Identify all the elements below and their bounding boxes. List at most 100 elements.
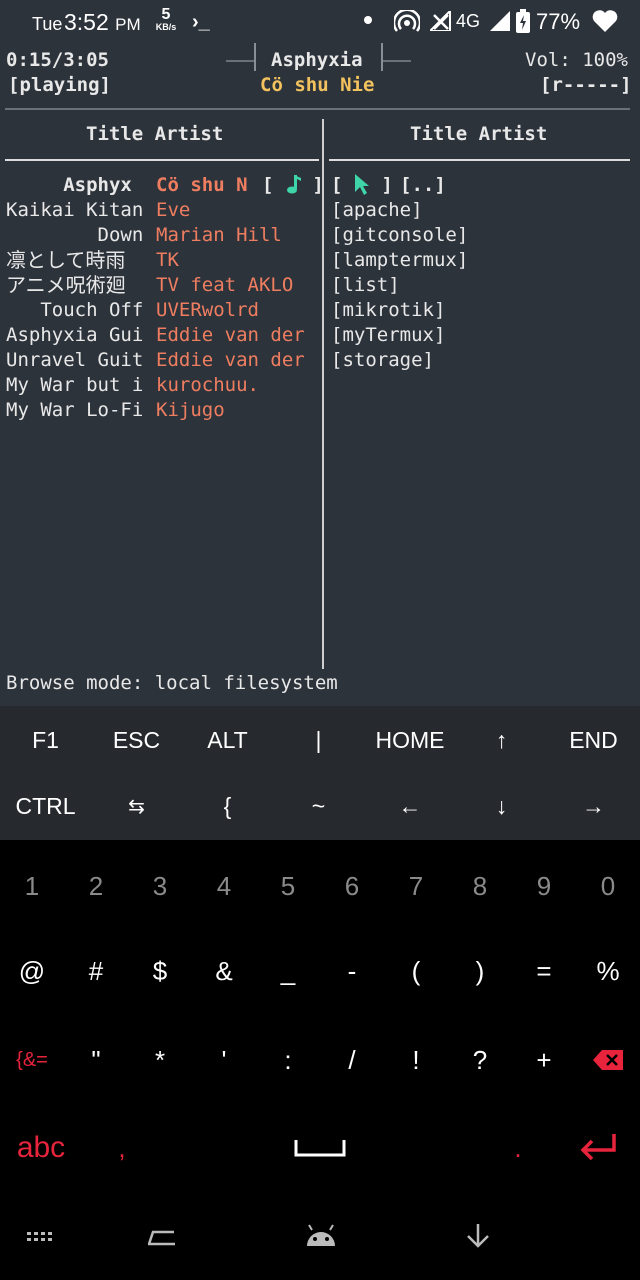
browser-entry[interactable]: [storage] xyxy=(331,348,434,373)
space-key[interactable] xyxy=(160,1108,480,1188)
home-android-icon[interactable] xyxy=(304,1224,338,1254)
key-close-paren[interactable]: ) xyxy=(448,931,512,1011)
key-question[interactable]: ? xyxy=(448,1020,512,1100)
key-pipe[interactable]: | xyxy=(273,708,364,772)
key-7[interactable]: 7 xyxy=(384,846,448,926)
repeat-indicator: [r-----] xyxy=(540,74,632,96)
track-title: Touch Off xyxy=(6,299,144,321)
cursor-marker: [ ] xyxy=(331,174,393,196)
track-title: Asphyxia Gui xyxy=(6,324,144,346)
playback-position: 0:15/3:05 xyxy=(6,49,109,71)
key-abc[interactable]: abc xyxy=(0,1108,82,1188)
key-dollar[interactable]: $ xyxy=(128,931,192,1011)
key-colon[interactable]: : xyxy=(256,1020,320,1100)
enter-icon xyxy=(580,1134,616,1161)
network-type: 4G xyxy=(456,11,481,31)
recent-apps-icon[interactable] xyxy=(146,1228,178,1252)
cursor-arrow-icon xyxy=(354,174,369,195)
track-title: アニメ呪術廻 xyxy=(6,273,126,297)
track-title: My War Lo-Fi xyxy=(6,399,144,421)
track-title: Down xyxy=(6,224,144,246)
battery-percent: 77% xyxy=(536,9,581,34)
browser-entry[interactable]: [list] xyxy=(331,273,400,298)
navigation-bar xyxy=(0,1200,640,1280)
key-double-quote[interactable]: " xyxy=(64,1020,128,1100)
key-f1[interactable]: F1 xyxy=(0,708,91,772)
heart-icon xyxy=(592,10,618,37)
status-day: Tue xyxy=(32,14,63,34)
key-6[interactable]: 6 xyxy=(320,846,384,926)
key-percent[interactable]: % xyxy=(576,931,640,1011)
browser-entry[interactable]: [mikrotik] xyxy=(331,298,445,323)
key-at[interactable]: @ xyxy=(0,931,64,1011)
track-artist: TK xyxy=(156,249,179,271)
back-down-icon[interactable] xyxy=(464,1222,492,1254)
backspace-icon xyxy=(593,1050,623,1070)
parent-directory: [..] xyxy=(400,174,446,196)
key-plus[interactable]: + xyxy=(512,1020,576,1100)
key-alt[interactable]: ALT xyxy=(182,708,273,772)
status-time: 3:52 PM xyxy=(64,9,141,35)
key-home[interactable]: HOME xyxy=(364,708,456,772)
key-tilde[interactable]: ~ xyxy=(273,774,364,838)
key-4[interactable]: 4 xyxy=(192,846,256,926)
browser-entry[interactable]: [gitconsole] xyxy=(331,223,468,248)
key-0[interactable]: 0 xyxy=(576,846,640,926)
key-5[interactable]: 5 xyxy=(256,846,320,926)
track-artist: Kijugo xyxy=(156,399,225,421)
notification-dot-icon xyxy=(364,16,372,24)
pane-divider xyxy=(322,119,324,669)
hotspot-icon xyxy=(392,8,422,37)
termux-prompt-icon: ›_ xyxy=(192,11,210,33)
keyboard-hide-icon[interactable] xyxy=(24,1226,56,1252)
track-artist: Eddie van der xyxy=(156,324,305,346)
key-underscore[interactable]: _ xyxy=(256,931,320,1011)
track-title: Asphyx xyxy=(6,174,132,196)
status-bar: Tue 3:52 PM 5 KB/s ›_ 4G 77% xyxy=(0,0,640,42)
key-8[interactable]: 8 xyxy=(448,846,512,926)
now-playing-title: Asphyxia xyxy=(271,49,363,71)
track-title: 凛として時雨 xyxy=(6,248,126,272)
key-2[interactable]: 2 xyxy=(64,846,128,926)
key-9[interactable]: 9 xyxy=(512,846,576,926)
track-title: Unravel Guit xyxy=(6,349,144,371)
playback-state: [playing] xyxy=(8,74,111,96)
key-exclamation[interactable]: ! xyxy=(384,1020,448,1100)
key-arrow-right[interactable]: → xyxy=(547,774,640,838)
key-minus[interactable]: - xyxy=(320,931,384,1011)
key-ctrl[interactable]: CTRL xyxy=(0,774,91,838)
key-arrow-down[interactable]: ↓ xyxy=(456,774,547,838)
key-comma[interactable]: , xyxy=(90,1108,154,1188)
track-title: Kaikai Kitan xyxy=(6,199,144,221)
now-playing-artist: Cö shu Nie xyxy=(260,74,375,96)
key-end[interactable]: END xyxy=(547,708,640,772)
browse-mode-status: Browse mode: local filesystem xyxy=(6,672,338,694)
browser-entry[interactable]: [apache] xyxy=(331,198,423,223)
space-bar-icon xyxy=(294,1140,346,1157)
key-3[interactable]: 3 xyxy=(128,846,192,926)
key-period[interactable]: . xyxy=(486,1108,550,1188)
key-open-paren[interactable]: ( xyxy=(384,931,448,1011)
key-ampersand[interactable]: & xyxy=(192,931,256,1011)
key-1[interactable]: 1 xyxy=(0,846,64,926)
enter-key[interactable] xyxy=(566,1108,630,1188)
key-arrow-up[interactable]: ↑ xyxy=(456,708,547,772)
net-speed: 5 KB/s xyxy=(155,6,177,32)
key-esc[interactable]: ESC xyxy=(91,708,182,772)
key-apostrophe[interactable]: ' xyxy=(192,1020,256,1100)
key-equals[interactable]: = xyxy=(512,931,576,1011)
key-hash[interactable]: # xyxy=(64,931,128,1011)
track-artist: UVERwolrd xyxy=(156,299,259,321)
playing-marker: [ ] xyxy=(262,174,324,196)
browser-entry[interactable]: [lamptermux] xyxy=(331,248,468,273)
signal-icon xyxy=(490,11,510,36)
key-asterisk[interactable]: * xyxy=(128,1020,192,1100)
key-arrow-left[interactable]: ← xyxy=(364,774,456,838)
key-slash[interactable]: / xyxy=(320,1020,384,1100)
backspace-key[interactable] xyxy=(576,1020,640,1100)
key-tab[interactable]: ⇆ xyxy=(91,774,182,838)
terminal-screen[interactable]: 0:15/3:05 [playing] Asphyxia Cö shu Nie … xyxy=(0,42,640,706)
key-brace[interactable]: { xyxy=(182,774,273,838)
key-more-symbols[interactable]: {&= xyxy=(0,1020,64,1100)
browser-entry[interactable]: [myTermux] xyxy=(331,323,445,348)
